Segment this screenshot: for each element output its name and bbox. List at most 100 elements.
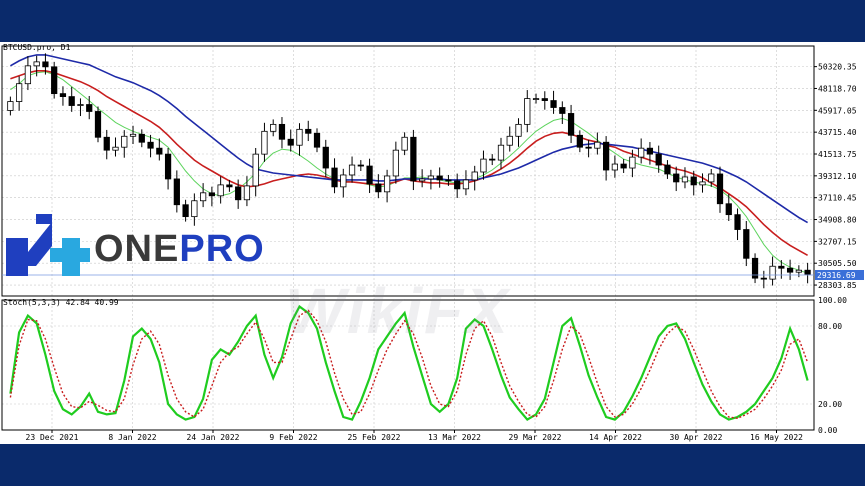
candle-body bbox=[436, 175, 443, 181]
candle-body bbox=[567, 113, 575, 136]
candle-body bbox=[795, 269, 802, 273]
candle-body bbox=[200, 192, 207, 202]
y-tick-label: 30505.50 bbox=[818, 259, 857, 268]
candle-body bbox=[16, 83, 23, 102]
y-tick-label: 39312.10 bbox=[818, 172, 857, 181]
candle-body bbox=[270, 123, 277, 132]
candle-body bbox=[226, 184, 233, 188]
stoch-y-tick-label: 100.00 bbox=[818, 296, 847, 305]
candle-body bbox=[489, 158, 496, 161]
candle-body bbox=[68, 96, 75, 106]
candle-body bbox=[725, 203, 732, 216]
candle-body bbox=[427, 175, 435, 180]
chart-frame: 50320.35 48118.70 45917.05 43715.40 41513.75… bbox=[0, 42, 865, 444]
candle-body bbox=[59, 93, 67, 97]
x-tick-label: 25 Feb 2022 bbox=[348, 433, 401, 442]
candle-body bbox=[786, 267, 794, 273]
candle-body bbox=[760, 277, 767, 280]
candle-body bbox=[42, 61, 49, 68]
candle-body bbox=[129, 133, 137, 137]
x-tick-label: 24 Jan 2022 bbox=[187, 433, 240, 442]
candle-body bbox=[673, 173, 680, 183]
candle-body bbox=[77, 104, 84, 106]
candle-body bbox=[33, 61, 40, 67]
x-tick-label: 9 Feb 2022 bbox=[269, 433, 317, 442]
y-tick-label: 37110.45 bbox=[818, 194, 857, 203]
candle-body bbox=[620, 163, 627, 169]
candle-body bbox=[462, 179, 470, 190]
x-tick-label: 8 Jan 2022 bbox=[108, 433, 156, 442]
candle-body bbox=[348, 164, 356, 176]
candle-body bbox=[664, 164, 671, 175]
candle-body bbox=[480, 158, 487, 173]
candle-body bbox=[392, 149, 399, 177]
candle-body bbox=[156, 147, 163, 155]
candle-body bbox=[699, 181, 706, 186]
candle-body bbox=[112, 146, 119, 151]
candle-body bbox=[734, 214, 741, 230]
candle-body bbox=[559, 107, 566, 114]
candle-body bbox=[86, 104, 93, 112]
candle-body bbox=[138, 133, 145, 143]
y-tick-label: 34908.80 bbox=[818, 216, 857, 225]
wikifx-watermark: WikiFX bbox=[285, 275, 510, 347]
stoch-y-tick-label: 0.00 bbox=[818, 426, 837, 435]
stochastic-title: Stoch(5,3,3) 42.84 40.99 bbox=[3, 298, 119, 307]
candle-body bbox=[287, 138, 294, 146]
logo-one: ONE bbox=[94, 228, 180, 270]
candle-body bbox=[445, 179, 452, 182]
candle-body bbox=[261, 130, 268, 155]
candle-body bbox=[243, 185, 251, 201]
candle-body bbox=[743, 229, 750, 259]
y-tick-label: 50320.35 bbox=[818, 63, 857, 72]
y-tick-label: 32707.15 bbox=[818, 237, 857, 246]
candle-body bbox=[646, 147, 654, 155]
x-tick-label: 14 Apr 2022 bbox=[589, 433, 642, 442]
candle-body bbox=[147, 141, 154, 149]
candle-body bbox=[471, 171, 478, 181]
candle-body bbox=[681, 176, 689, 183]
y-tick-label: 43715.40 bbox=[818, 128, 857, 137]
candle-body bbox=[524, 98, 531, 125]
candle-body bbox=[532, 98, 540, 100]
candle-body bbox=[51, 66, 58, 95]
candle-body bbox=[804, 269, 811, 275]
candle-body bbox=[340, 174, 347, 188]
candle-body bbox=[515, 123, 522, 137]
candle-body bbox=[278, 123, 286, 140]
candle-body bbox=[383, 175, 391, 193]
onepro-wordmark: ONEPRO bbox=[94, 228, 265, 271]
candle-body bbox=[506, 135, 513, 146]
candle-body bbox=[419, 178, 426, 182]
candle-body bbox=[252, 153, 259, 187]
candle-body bbox=[313, 132, 321, 148]
x-tick-label: 30 Apr 2022 bbox=[670, 433, 723, 442]
candle-body bbox=[769, 265, 776, 280]
candle-body bbox=[366, 165, 373, 185]
candle-body bbox=[655, 153, 662, 166]
x-tick-label: 13 Mar 2022 bbox=[428, 433, 481, 442]
candle-body bbox=[594, 141, 601, 149]
candle-body bbox=[497, 144, 505, 161]
candle-body bbox=[164, 153, 172, 180]
candle-body bbox=[235, 186, 242, 201]
onepro-cross-icon bbox=[6, 214, 90, 276]
candle-body bbox=[217, 184, 224, 197]
current-price-label: 29316.69 bbox=[817, 271, 856, 280]
x-tick-label: 16 May 2022 bbox=[750, 433, 803, 442]
candle-body bbox=[296, 128, 303, 146]
candle-body bbox=[375, 183, 382, 193]
candle-body bbox=[603, 141, 610, 171]
y-tick-label: 45917.05 bbox=[818, 106, 857, 115]
x-tick-label: 29 Mar 2022 bbox=[509, 433, 562, 442]
candle-body bbox=[94, 111, 102, 138]
candle-body bbox=[7, 101, 14, 111]
candle-body bbox=[716, 173, 724, 205]
candle-body bbox=[331, 167, 338, 188]
candle-body bbox=[103, 136, 110, 151]
candle-body bbox=[208, 192, 215, 197]
y-tick-label: 41513.75 bbox=[818, 150, 857, 159]
candle-body bbox=[611, 163, 618, 171]
candle-body bbox=[550, 100, 557, 108]
y-tick-label: 48118.70 bbox=[818, 84, 857, 93]
